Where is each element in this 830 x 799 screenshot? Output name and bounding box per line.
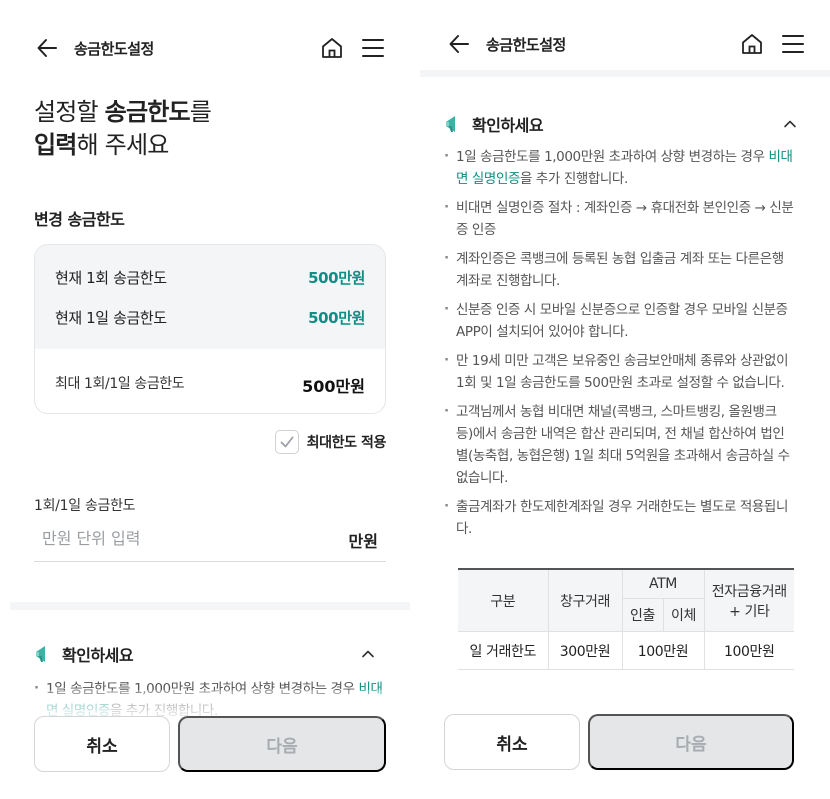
current-daily-row: 현재 1일 송금한도 500만원 <box>55 307 365 328</box>
max-apply-label: 최대한도 적용 <box>306 435 387 451</box>
max-limit-label: 최대 1회/1일 송금한도 <box>55 376 185 392</box>
page-title: 송금한도설정 <box>486 36 566 54</box>
chevron-up-icon[interactable] <box>782 116 798 132</box>
page-title: 송금한도설정 <box>74 40 154 58</box>
table-header-electronic: 전자금융거래 + 기타 <box>703 568 794 632</box>
app-header: 송금한도설정 <box>420 22 830 66</box>
hamburger-menu-icon[interactable] <box>362 38 384 58</box>
table-header-type: 구분 <box>458 568 549 632</box>
current-once-value: 500만원 <box>308 269 365 287</box>
notice-header[interactable]: 확인하세요 <box>444 110 802 138</box>
limit-info-card: 현재 1회 송금한도 500만원 현재 1일 송금한도 500만원 최대 1회/… <box>34 244 386 414</box>
home-icon[interactable] <box>740 32 764 56</box>
limit-input-label: 1회/1일 송금한도 <box>34 498 136 514</box>
back-arrow-icon[interactable] <box>36 36 58 60</box>
section-divider <box>10 602 410 610</box>
chevron-up-icon[interactable] <box>360 646 376 662</box>
next-button[interactable]: 다음 <box>588 714 794 770</box>
notice-title: 확인하세요 <box>472 116 544 135</box>
table-row: 일 거래한도 300만원 100만원 100만원 <box>458 631 794 670</box>
cancel-button[interactable]: 취소 <box>444 714 580 770</box>
notice-title: 확인하세요 <box>62 646 134 665</box>
table-cell-label: 일 거래한도 <box>458 631 549 670</box>
current-daily-label: 현재 1일 송금한도 <box>55 309 167 327</box>
table-header-transfer: 이체 <box>662 598 704 632</box>
current-daily-value: 500만원 <box>308 309 365 327</box>
table-header-counter: 창구거래 <box>547 568 623 632</box>
limit-input-field[interactable]: 만원 <box>34 520 386 562</box>
back-arrow-icon[interactable] <box>448 32 470 56</box>
current-once-row: 현재 1회 송금한도 500만원 <box>55 267 365 288</box>
section-divider <box>420 70 830 77</box>
notice-item: 1일 송금한도를 1,000만원 초과하여 상향 변경하는 경우 비대면 실명인… <box>444 145 794 190</box>
section-title: 변경 송금한도 <box>34 210 125 229</box>
cancel-button[interactable]: 취소 <box>34 716 170 772</box>
notice-header[interactable]: 확인하세요 <box>34 640 380 668</box>
unit-label: 만원 <box>348 532 378 551</box>
limit-setting-screen-input: 송금한도설정 설정할 송금한도를 입력해 주세요 변경 송금한도 현재 1회 송… <box>0 0 410 799</box>
megaphone-icon <box>446 116 455 132</box>
main-heading: 설정할 송금한도를 입력해 주세요 <box>34 98 212 159</box>
notice-item: 비대면 실명인증 절차 : 계좌인증 → 휴대전화 본인인증 → 신분증 인증 <box>444 196 794 241</box>
table-header-withdraw: 인출 <box>621 598 664 632</box>
table-cell-electronic: 100만원 <box>703 631 794 670</box>
notice-item: 만 19세 미만 고객은 보유중인 송금보안매체 종류와 상관없이 1회 및 1… <box>444 349 794 394</box>
notice-item: 출금계좌가 한도제한계좌일 경우 거래한도는 별도로 적용됩니다. <box>444 495 794 540</box>
transaction-limit-table: 구분 창구거래 ATM 전자금융거래 + 기타 인출 이체 일 거래한도 300… <box>458 568 794 670</box>
home-icon[interactable] <box>320 36 344 60</box>
current-once-label: 현재 1회 송금한도 <box>55 269 167 287</box>
notice-item: 계좌인증은 콕뱅크에 등록된 농협 입출금 계좌 또는 다른은행 계좌로 진행합… <box>444 247 794 292</box>
app-header: 송금한도설정 <box>0 26 410 70</box>
limit-amount-input[interactable] <box>34 520 314 556</box>
notice-item: 고객님께서 농협 비대면 채널(콕뱅크, 스마트뱅킹, 올원뱅크 등)에서 송금… <box>444 400 794 489</box>
hamburger-menu-icon[interactable] <box>782 34 804 54</box>
notice-item: 신분증 인증 시 모바일 신분증으로 인증할 경우 모바일 신분증 APP이 설… <box>444 298 794 343</box>
notice-list: 1일 송금한도를 1,000만원 초과하여 상향 변경하는 경우 비대면 실명인… <box>444 145 794 547</box>
checkmark-icon <box>280 436 294 448</box>
table-cell-counter: 300만원 <box>547 631 623 670</box>
checkbox[interactable] <box>274 430 299 454</box>
table-header-atm: ATM <box>621 568 705 599</box>
max-limit-row: 최대 1회/1일 송금한도 500만원 <box>55 373 365 397</box>
limit-setting-screen-notice: 송금한도설정 확인하세요 1일 송금한도를 1,000만원 초과하여 상향 변경… <box>420 0 830 799</box>
table-cell-atm: 100만원 <box>621 631 705 670</box>
max-limit-value: 500만원 <box>302 377 365 396</box>
max-apply-checkbox[interactable]: 최대한도 적용 <box>274 430 387 454</box>
next-button[interactable]: 다음 <box>178 716 386 772</box>
megaphone-icon <box>36 646 45 662</box>
